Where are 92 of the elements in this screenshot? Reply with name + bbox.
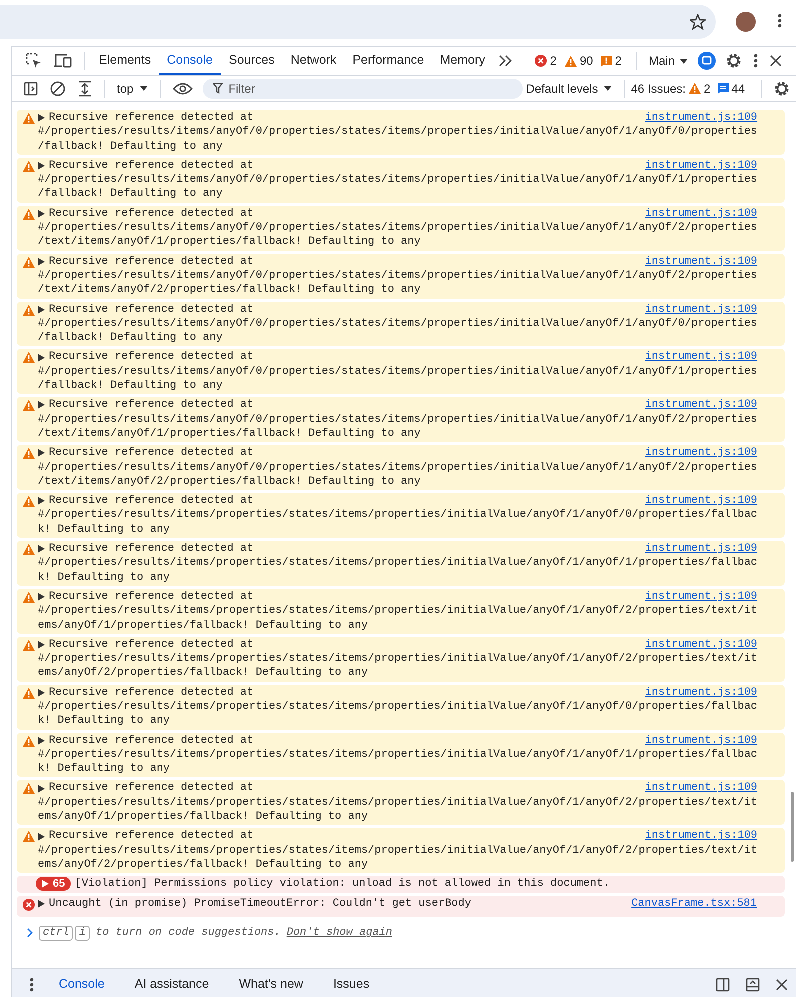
source-link[interactable]: instrument.js:109 — [645, 398, 758, 413]
message-text: #/properties/results/items/properties/states/items/properties/initialValue/anyOf/1/anyOf/1/properties/fallbac — [38, 748, 758, 762]
message-text: [Violation] Permissions policy violation: unload is not allowed in this document. — [75, 877, 610, 892]
message-text: #/properties/results/items/anyOf/0/properties/states/items/properties/initialValue/anyOf/1/anyOf/1/properties — [38, 364, 758, 380]
message-text: #/properties/results/items/anyOf/0/properties/states/items/properties/initialValue/anyOf/1/anyOf/0/properties — [38, 125, 758, 140]
message-text: Recursive reference detected at — [49, 302, 254, 317]
hint-text: to turn on code suggestions. — [96, 927, 281, 940]
drawer-tab[interactable]: Issues — [318, 969, 385, 997]
drawer-tab[interactable]: What's new — [224, 969, 318, 997]
source-link[interactable]: instrument.js:109 — [645, 590, 758, 604]
message-text: #/properties/results/items/anyOf/0/properties/states/items/properties/initialValue/anyOf/1/anyOf/0/properties — [38, 316, 758, 332]
message-text: Recursive reference detected at — [49, 781, 254, 796]
message-text: /fallback! Defaulting to any — [38, 187, 224, 202]
panel-tab[interactable]: Elements — [91, 47, 160, 75]
drawer-tab[interactable]: AI assistance — [120, 969, 224, 997]
message-text: Recursive reference detected at — [49, 638, 254, 652]
source-link[interactable]: instrument.js:109 — [645, 686, 758, 700]
source-link[interactable]: instrument.js:109 — [645, 302, 758, 317]
source-link[interactable]: instrument.js:109 — [645, 111, 758, 126]
message-text: Uncaught (in promise) PromiseTimeoutError: Couldn't get userBody — [49, 896, 472, 911]
drawer-tab[interactable]: Console — [44, 969, 120, 997]
target-selector[interactable]: Main — [648, 54, 675, 68]
issues-label[interactable]: 46 Issues: — [631, 82, 686, 96]
message-text: Recursive reference detected at — [49, 158, 254, 174]
message-text: /fallback! Defaulting to any — [38, 140, 224, 154]
message-text: Recursive reference detected at — [49, 254, 254, 269]
info-issue-count[interactable]: 44 — [732, 82, 745, 96]
source-link[interactable]: instrument.js:109 — [645, 494, 758, 508]
message-text: #/properties/results/items/properties/states/items/properties/initialValue/anyOf/1/anyOf/2/properties/text/it — [38, 652, 758, 666]
source-link[interactable]: instrument.js:109 — [645, 542, 758, 556]
message-text: /text/items/anyOf/2/properties/fallback! Defaulting to any — [38, 474, 422, 490]
warning-issue-count[interactable]: 2 — [704, 82, 711, 96]
message-text: #/properties/results/items/anyOf/0/properties/states/items/properties/initialValue/anyOf/1/anyOf/2/properties — [38, 460, 758, 475]
source-link[interactable]: instrument.js:109 — [645, 158, 758, 174]
filter-field[interactable]: Filter — [202, 78, 523, 98]
message-text: #/properties/results/items/properties/states/items/properties/initialValue/anyOf/1/anyOf/2/properties/text/it — [38, 604, 758, 618]
message-text: #/properties/results/items/anyOf/0/properties/states/items/properties/initialValue/anyOf/1/anyOf/1/properties — [38, 173, 758, 188]
panel-tab[interactable]: Performance — [344, 47, 432, 75]
context-selector[interactable]: top — [117, 82, 134, 96]
message-text: #/properties/results/items/anyOf/0/properties/states/items/properties/initialValue/anyOf/1/anyOf/2/properties — [38, 221, 758, 236]
message-text: #/properties/results/items/anyOf/0/properties/states/items/properties/initialValue/anyOf/1/anyOf/2/properties — [38, 412, 758, 427]
message-text: #/properties/results/items/properties/states/items/properties/initialValue/anyOf/1/anyOf/1/properties/fallbac — [38, 556, 758, 571]
message-text: k! Defaulting to any — [38, 714, 172, 729]
repeat-count-badge[interactable]: 65 — [36, 877, 72, 892]
message-text: /fallback! Defaulting to any — [38, 379, 224, 394]
message-text: Recursive reference detected at — [49, 398, 254, 413]
source-link[interactable]: instrument.js:109 — [645, 638, 758, 652]
warning-count[interactable]: 90 — [580, 54, 594, 68]
message-text: #/properties/results/items/properties/states/items/properties/initialValue/anyOf/1/anyOf/0/properties/fallbac — [38, 508, 758, 523]
message-text: #/properties/results/items/properties/states/items/properties/initialValue/anyOf/1/anyOf/2/properties/text/it — [38, 844, 758, 858]
message-text: Recursive reference detected at — [49, 111, 254, 126]
dont-show-again-link[interactable]: Don't show again — [286, 927, 392, 940]
source-link[interactable]: instrument.js:109 — [645, 254, 758, 269]
message-text: Recursive reference detected at — [49, 494, 254, 508]
source-link[interactable]: instrument.js:109 — [645, 781, 758, 796]
message-text: ems/anyOf/1/properties/fallback! Defaulting to any — [38, 810, 370, 824]
source-link[interactable]: instrument.js:109 — [645, 829, 758, 844]
message-text: Recursive reference detected at — [49, 686, 254, 700]
message-text: ems/anyOf/1/properties/fallback! Defaulting to any — [38, 618, 370, 633]
message-text: /fallback! Defaulting to any — [38, 331, 224, 346]
source-link[interactable]: instrument.js:109 — [645, 446, 758, 461]
shortcut-key: ctrl — [39, 926, 74, 941]
source-link[interactable]: CanvasFrame.tsx:581 — [632, 896, 757, 911]
message-text: /text/items/anyOf/1/properties/fallback! Defaulting to any — [38, 426, 422, 442]
message-text: Recursive reference detected at — [49, 446, 254, 461]
message-text: k! Defaulting to any — [38, 762, 172, 776]
panel-tab[interactable]: Memory — [432, 47, 494, 75]
source-link[interactable]: instrument.js:109 — [645, 206, 758, 222]
message-text: Recursive reference detected at — [49, 350, 254, 365]
message-text: #/properties/results/items/properties/states/items/properties/initialValue/anyOf/1/anyOf/2/properties/text/it — [38, 796, 758, 810]
message-text: Recursive reference detected at — [49, 206, 254, 222]
message-text: Recursive reference detected at — [49, 734, 254, 748]
message-text: /text/items/anyOf/1/properties/fallback! Defaulting to any — [38, 235, 422, 250]
error-count[interactable]: 2 — [550, 54, 557, 68]
source-link[interactable]: instrument.js:109 — [645, 350, 758, 365]
message-text: ems/anyOf/2/properties/fallback! Defaulting to any — [38, 666, 370, 681]
message-text: k! Defaulting to any — [38, 570, 172, 585]
message-text: ems/anyOf/2/properties/fallback! Defaulting to any — [38, 858, 370, 872]
message-text: /text/items/anyOf/2/properties/fallback! Defaulting to any — [38, 283, 422, 298]
message-text: k! Defaulting to any — [38, 522, 172, 538]
issue-count[interactable]: 2 — [615, 54, 622, 68]
log-levels-selector[interactable]: Default levels — [526, 82, 598, 96]
panel-tab[interactable]: Sources — [220, 47, 283, 75]
message-text: #/properties/results/items/properties/states/items/properties/initialValue/anyOf/1/anyOf/0/properties/fallbac — [38, 700, 758, 714]
panel-tab[interactable]: Console — [159, 47, 221, 75]
panel-tab[interactable]: Network — [282, 47, 345, 75]
shortcut-key: i — [75, 926, 90, 941]
message-text: Recursive reference detected at — [49, 542, 254, 556]
message-text: Recursive reference detected at — [49, 829, 254, 844]
message-text: Recursive reference detected at — [49, 590, 254, 604]
message-text: #/properties/results/items/anyOf/0/properties/states/items/properties/initialValue/anyOf/1/anyOf/2/properties — [38, 268, 758, 284]
source-link[interactable]: instrument.js:109 — [645, 734, 758, 748]
